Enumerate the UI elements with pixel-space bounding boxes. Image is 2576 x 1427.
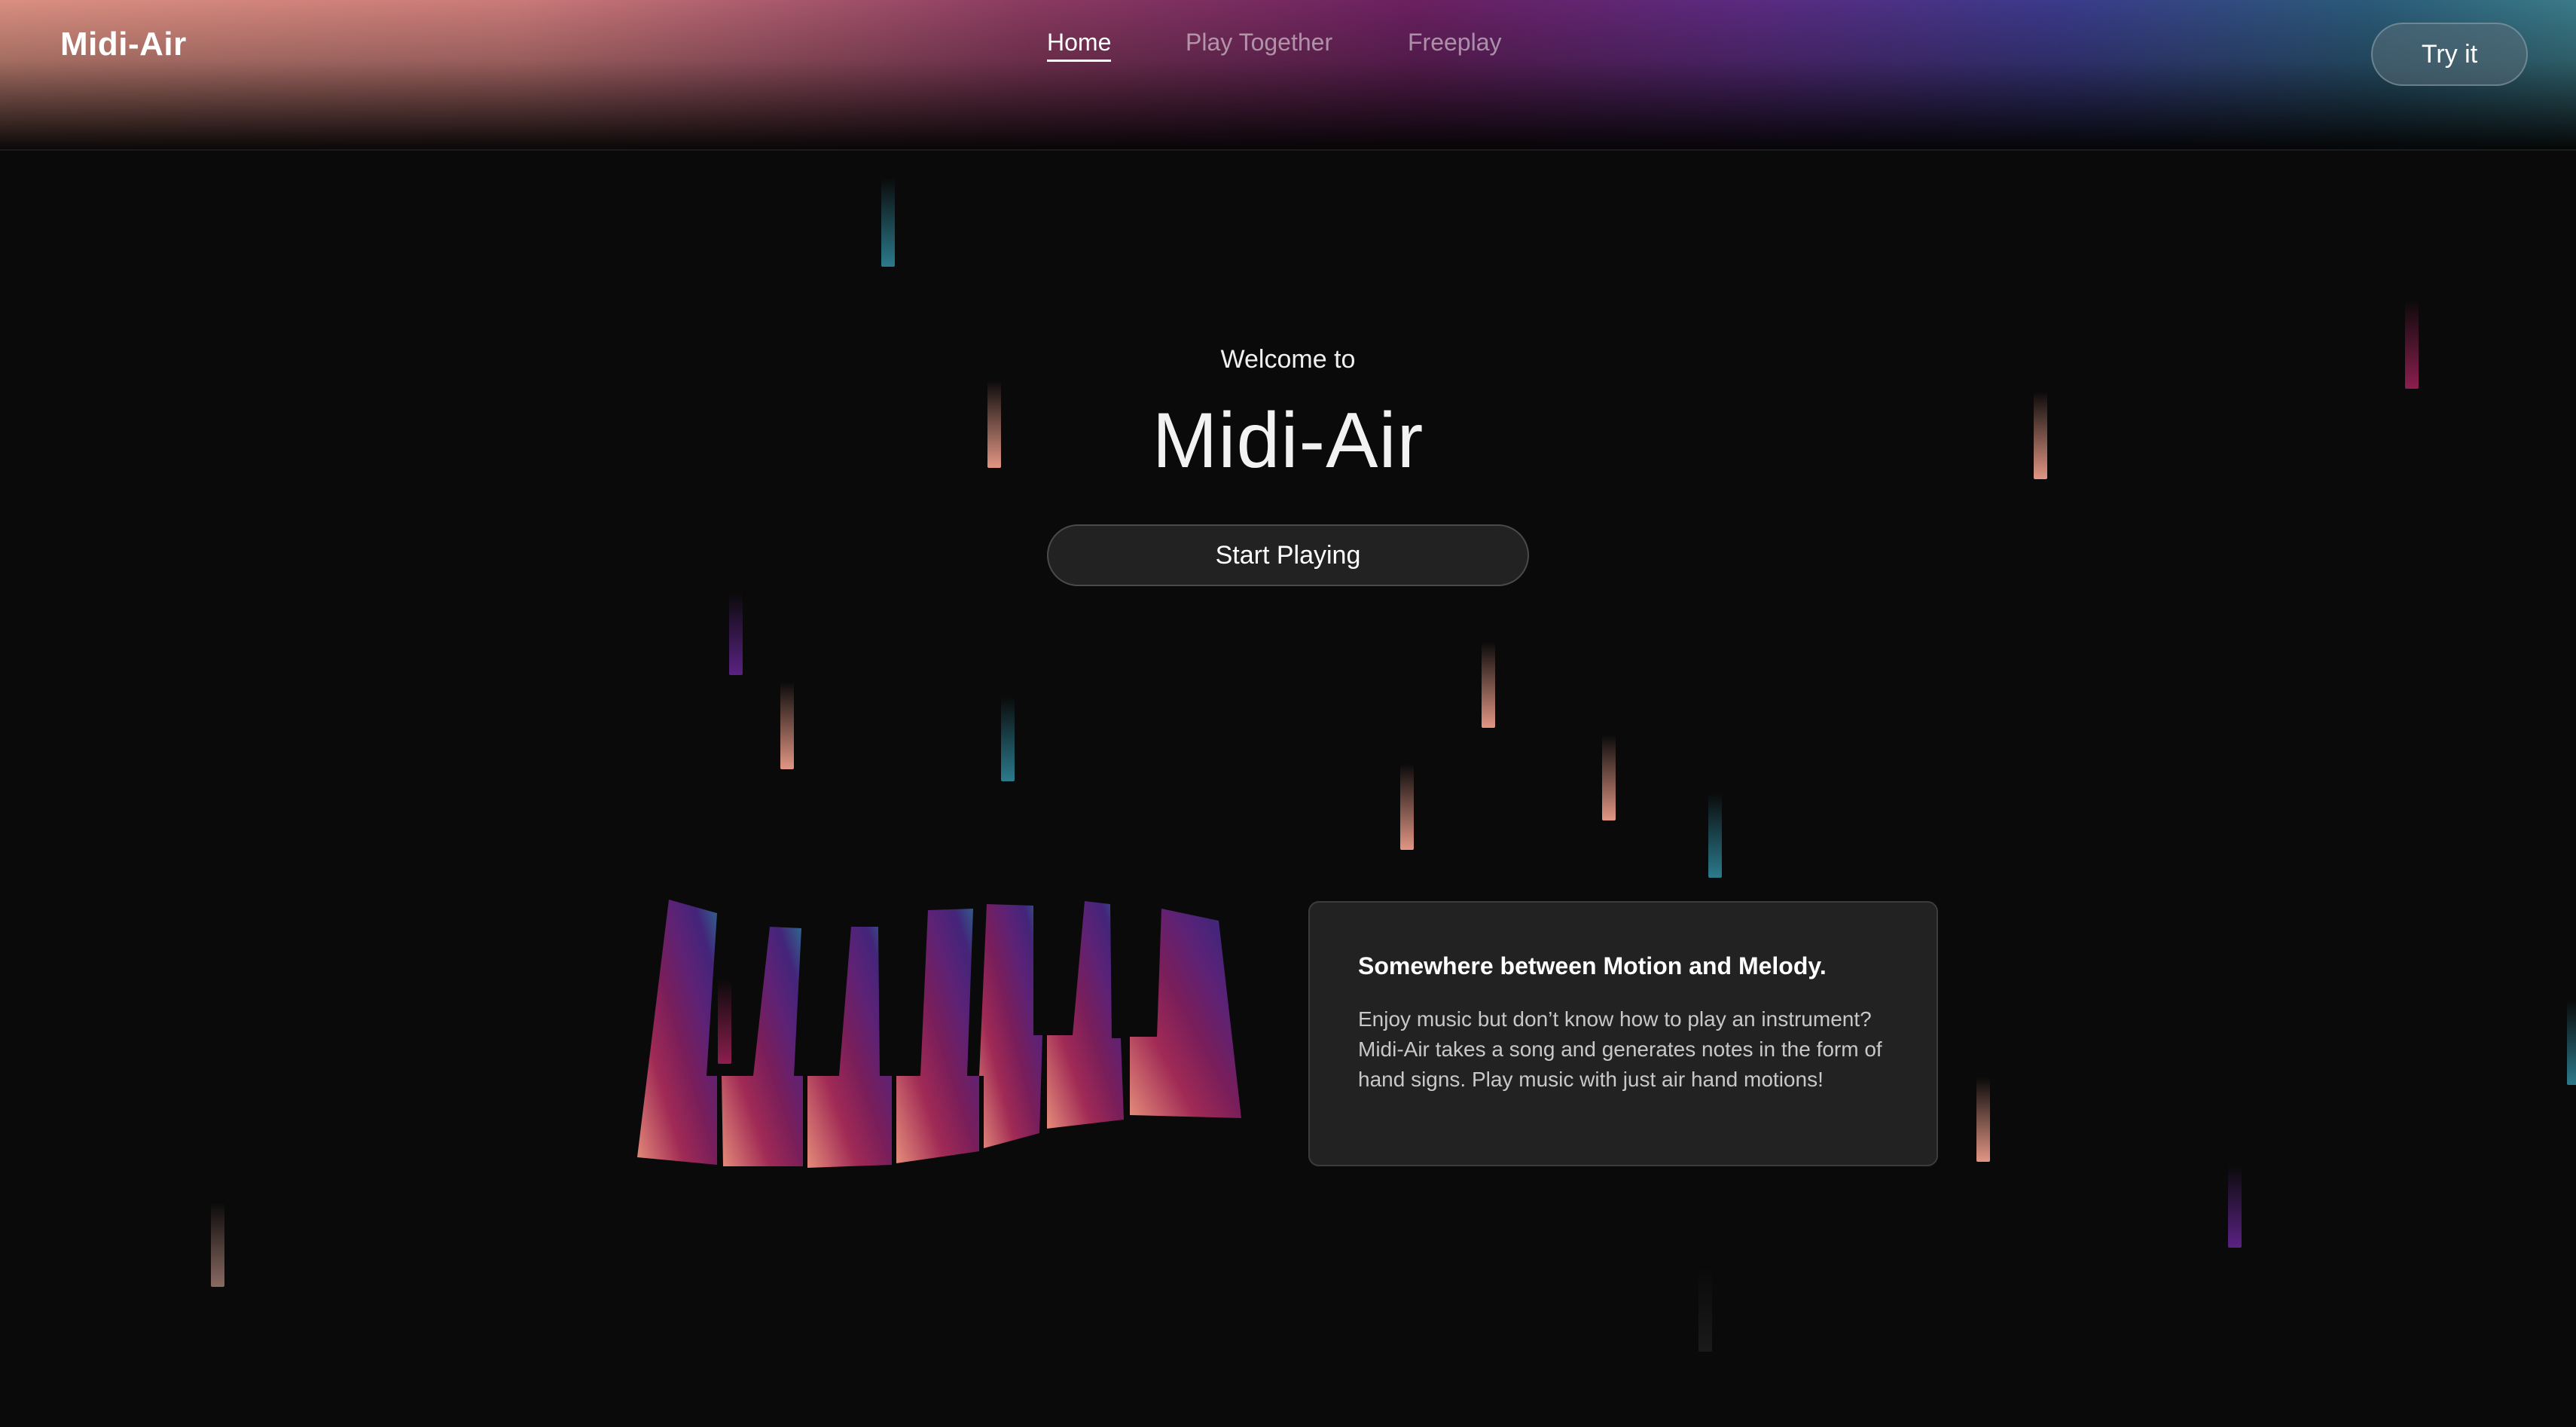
falling-note: [1001, 697, 1015, 781]
piano-key: [722, 927, 803, 1166]
falling-note: [2567, 1001, 2576, 1085]
feature-card-title: Somewhere between Motion and Melody.: [1358, 952, 1827, 979]
falling-note: [1602, 735, 1616, 820]
nav-home-link[interactable]: Home: [1047, 29, 1112, 62]
falling-note: [780, 682, 794, 769]
piano-key: [896, 909, 979, 1163]
piano-key: [979, 904, 1042, 1148]
falling-note: [1482, 642, 1495, 728]
falling-note: [211, 1202, 224, 1287]
piano-icon: [637, 900, 1241, 1168]
welcome-text: Welcome to: [1220, 345, 1356, 374]
piano-key: [1047, 901, 1124, 1129]
falling-note: [1708, 793, 1722, 878]
falling-note: [2405, 300, 2419, 389]
piano-keys: [637, 900, 1241, 1168]
falling-note: [1699, 1267, 1712, 1352]
hero-title: Midi-Air: [1152, 397, 1424, 484]
try-it-button[interactable]: Try it: [2371, 23, 2528, 86]
page: Midi-Air Home Play Together Freeplay Try…: [0, 0, 2576, 1427]
piano-key: [637, 900, 717, 1165]
nav-play-together-link[interactable]: Play Together: [1186, 29, 1332, 57]
feature-card-body: Enjoy music but don’t know how to play a…: [1358, 1007, 1882, 1091]
feature-card: Somewhere between Motion and Melody. Enj…: [1308, 901, 1938, 1166]
piano-key: [807, 927, 892, 1168]
falling-note: [729, 592, 743, 675]
main-nav: Home Play Together Freeplay: [0, 29, 2576, 66]
top-navbar: Midi-Air Home Play Together Freeplay Try…: [0, 0, 2576, 151]
piano-key: [1130, 909, 1241, 1118]
falling-note: [1400, 764, 1414, 850]
falling-note: [1976, 1077, 1990, 1162]
falling-note: [2228, 1165, 2242, 1248]
start-playing-button[interactable]: Start Playing: [1047, 524, 1529, 586]
nav-freeplay-link[interactable]: Freeplay: [1408, 29, 1502, 57]
falling-note: [881, 178, 895, 267]
